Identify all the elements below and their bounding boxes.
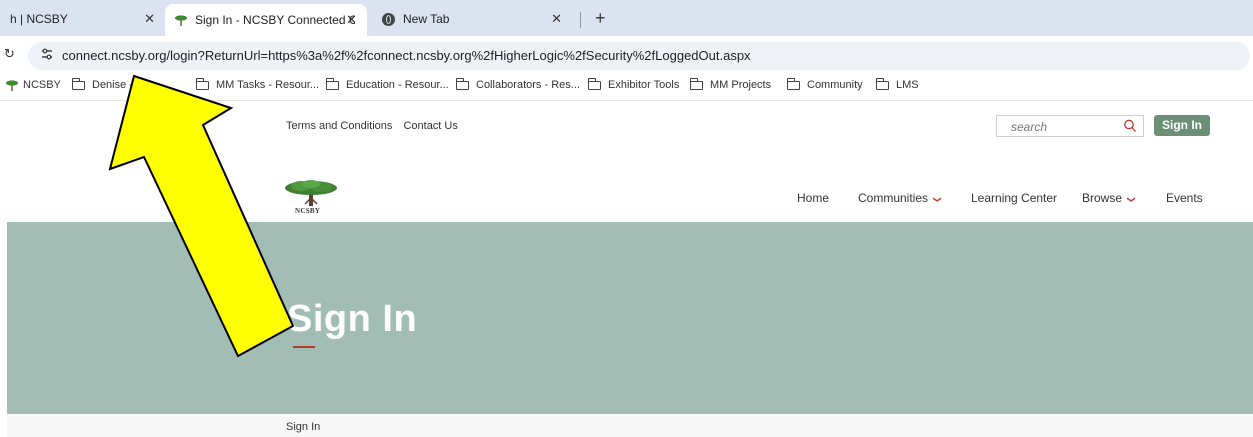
bookmark-label: MM Tasks - Resour... xyxy=(216,79,320,91)
nav-label: Events xyxy=(1166,191,1203,205)
close-icon[interactable]: ✕ xyxy=(346,12,357,28)
bookmark-exhibitor-tools[interactable]: Exhibitor Tools xyxy=(587,77,680,91)
chrome-icon xyxy=(382,12,395,26)
bookmark-label: Denise - xyxy=(92,79,133,91)
hero-banner: Sign In xyxy=(7,222,1253,414)
bookmark-label: MM Projects xyxy=(710,79,772,91)
nav-label: Communities xyxy=(858,191,929,205)
tree-favicon-icon xyxy=(175,15,187,26)
contact-link[interactable]: Contact Us xyxy=(403,120,457,132)
bookmark-label: Community xyxy=(807,79,863,91)
url-text[interactable]: connect.ncsby.org/login?ReturnUrl=https%… xyxy=(62,48,751,63)
search-box xyxy=(996,115,1144,137)
bookmark-denise[interactable]: Denise - xyxy=(71,77,133,91)
bookmark-mm-projects[interactable]: MM Projects xyxy=(689,77,772,91)
folder-icon xyxy=(195,77,209,90)
breadcrumb-item: Sign In xyxy=(286,421,321,433)
search-icon[interactable] xyxy=(1123,118,1137,134)
bookmark-education[interactable]: Education - Resour... xyxy=(325,77,449,91)
bookmark-mm-tasks[interactable]: MM Tasks - Resour... xyxy=(195,77,320,91)
nav-label: Browse xyxy=(1082,191,1123,205)
bookmark-label: NCSBY xyxy=(23,79,61,91)
tab-title: New Tab xyxy=(403,12,450,26)
folder-icon xyxy=(689,77,703,90)
close-icon[interactable]: ✕ xyxy=(144,11,155,27)
nav-browse[interactable]: Browse ❯ xyxy=(1082,191,1136,205)
tree-favicon-icon xyxy=(6,80,18,91)
utility-links: Terms and Conditions Contact Us xyxy=(286,120,466,132)
folder-icon xyxy=(325,77,339,90)
tab-title: Sign In - NCSBY Connected Cor xyxy=(195,13,355,27)
tab-title: h | NCSBY xyxy=(10,12,68,26)
reload-icon[interactable]: ↻ xyxy=(4,46,15,62)
bookmark-community[interactable]: Community xyxy=(786,77,863,91)
bookmark-label: Education - Resour... xyxy=(346,79,449,91)
close-icon[interactable]: ✕ xyxy=(551,11,562,27)
breadcrumb: Sign In xyxy=(7,414,1253,437)
sign-in-button[interactable]: Sign In xyxy=(1154,115,1210,136)
chevron-down-icon: ❯ xyxy=(932,196,942,203)
bookmarks-bar: NCSBY Denise - MM Tasks - Resour... Educ… xyxy=(0,74,1253,101)
nav-label: Learning Center xyxy=(971,191,1058,205)
browser-tab-sign-in[interactable]: Sign In - NCSBY Connected Cor ✕ xyxy=(165,4,367,36)
browser-tab-strip: h | NCSBY ✕ Sign In - NCSBY Connected Co… xyxy=(0,0,1253,36)
browser-toolbar: ↻ connect.ncsby.org/login?ReturnUrl=http… xyxy=(0,36,1253,74)
bookmark-label: Collaborators - Res... xyxy=(476,79,580,91)
search-input[interactable] xyxy=(1009,119,1123,135)
tab-separator xyxy=(580,12,581,28)
nav-home[interactable]: Home xyxy=(797,191,829,205)
page-title: Sign In xyxy=(287,298,418,340)
web-page: Terms and Conditions Contact Us Sign In … xyxy=(0,101,1253,437)
nav-label: Home xyxy=(797,191,830,205)
title-underline xyxy=(293,346,315,348)
folder-icon xyxy=(786,77,800,90)
nav-learning-center[interactable]: Learning Center xyxy=(971,191,1057,205)
bookmark-ncsby[interactable]: NCSBY xyxy=(6,79,61,91)
bookmark-collaborators[interactable]: Collaborators - Res... xyxy=(455,77,580,91)
folder-icon xyxy=(455,77,469,90)
address-bar[interactable]: connect.ncsby.org/login?ReturnUrl=https%… xyxy=(28,42,1250,70)
nav-events[interactable]: Events xyxy=(1166,191,1203,205)
browser-tab-new-tab[interactable]: New Tab ✕ xyxy=(372,4,572,34)
folder-icon xyxy=(875,77,889,90)
folder-icon xyxy=(71,77,85,90)
bookmark-label: Exhibitor Tools xyxy=(608,79,680,91)
site-info-icon[interactable] xyxy=(38,47,56,65)
terms-link[interactable]: Terms and Conditions xyxy=(286,120,392,132)
folder-icon xyxy=(587,77,601,90)
chevron-down-icon: ❯ xyxy=(1126,196,1136,203)
bookmark-lms[interactable]: LMS xyxy=(875,77,919,91)
browser-tab-ncsby[interactable]: h | NCSBY ✕ xyxy=(0,4,165,34)
nav-communities[interactable]: Communities ❯ xyxy=(858,191,942,205)
bookmark-label: LMS xyxy=(896,79,919,91)
logo-text: NCSBY xyxy=(295,207,321,215)
new-tab-button[interactable]: + xyxy=(595,8,606,28)
